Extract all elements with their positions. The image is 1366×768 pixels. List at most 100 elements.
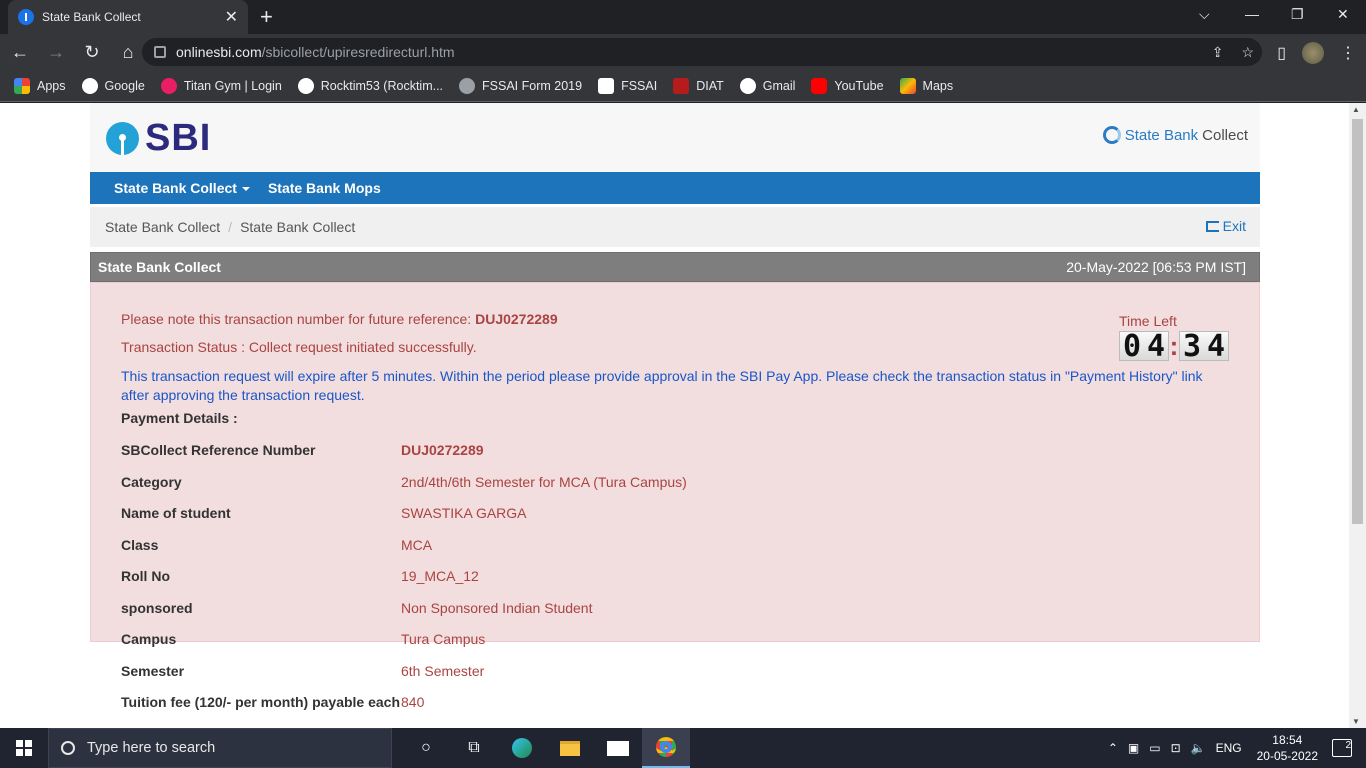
network-icon[interactable]: ⊡ [1171, 741, 1181, 755]
detail-row: Name of student SWASTIKA GARGA [121, 505, 1229, 537]
restore-icon[interactable]: ❐ [1291, 6, 1304, 23]
sbi-logo[interactable]: SBI [106, 117, 211, 160]
minimize-icon[interactable]: — [1245, 6, 1259, 22]
tab-strip: State Bank Collect ✕ + ⌵ — ❐ ✕ [0, 0, 1366, 34]
brand-prefix: State Bank [1124, 126, 1199, 144]
url-host: onlinesbi.com [176, 44, 262, 60]
bookmark-github[interactable]: Rocktim53 (Rocktim... [297, 77, 443, 94]
bookmark-google[interactable]: Google [81, 77, 145, 94]
task-view-icon[interactable]: ⧉ [450, 728, 498, 768]
url-path: /sbicollect/upiresredirecturl.htm [261, 44, 455, 60]
google-icon [81, 77, 98, 94]
state-bank-collect-logo: State Bank Collect [1102, 126, 1248, 144]
windows-taskbar: Type here to search ○ ⧉ ⌃ ▣ ▭ ⊡ 🔈 ENG 18… [0, 728, 1366, 768]
side-panel-icon[interactable]: ▯ [1277, 43, 1286, 63]
edge-icon[interactable] [498, 728, 546, 768]
scroll-down-icon[interactable]: ▼ [1352, 717, 1360, 726]
main-nav: State Bank Collect State Bank Mops [90, 172, 1260, 204]
detail-value: 2nd/4th/6th Semester for MCA (Tura Campu… [401, 473, 687, 490]
timer-digits: 0 4 : 3 4 [1119, 329, 1229, 364]
bookmark-apps[interactable]: Apps [14, 77, 66, 94]
menu-kebab-icon[interactable]: ⋮ [1340, 43, 1356, 63]
tab-search-icon[interactable]: ⌵ [1199, 6, 1210, 23]
panel-header: State Bank Collect 20-May-2022 [06:53 PM… [90, 252, 1260, 282]
volume-icon[interactable]: 🔈 [1191, 741, 1206, 755]
bookmark-star-icon[interactable]: ☆ [1241, 44, 1254, 61]
home-icon[interactable]: ⌂ [112, 42, 144, 63]
github-icon [297, 77, 314, 94]
lock-icon[interactable] [154, 46, 166, 58]
bookmark-label: Titan Gym | Login [183, 78, 282, 93]
bookmark-maps[interactable]: Maps [899, 77, 953, 94]
reload-icon[interactable]: ↻ [76, 42, 108, 63]
nav-state-bank-mops[interactable]: State Bank Mops [268, 180, 381, 196]
sbi-keyhole-icon [106, 122, 139, 155]
tab-close-icon[interactable]: ✕ [225, 7, 238, 27]
nav-label: State Bank Collect [114, 180, 237, 196]
panel-datetime: 20-May-2022 [06:53 PM IST] [1066, 259, 1246, 275]
detail-row: Category 2nd/4th/6th Semester for MCA (Tu… [121, 474, 1229, 506]
browser-toolbar: ← → ↻ ⌂ onlinesbi.com/sbicollect/upiresr… [0, 34, 1366, 70]
detail-key: Class [121, 536, 159, 553]
notification-center-icon[interactable]: 2 [1332, 739, 1352, 757]
system-tray: ⌃ ▣ ▭ ⊡ 🔈 ENG 18:54 20-05-2022 2 [1103, 728, 1366, 768]
txn-number: DUJ0272289 [475, 311, 558, 327]
start-button[interactable] [0, 728, 48, 768]
close-window-icon[interactable]: ✕ [1337, 6, 1349, 23]
scrollbar-thumb[interactable] [1352, 119, 1363, 524]
exit-link[interactable]: Exit [1205, 218, 1246, 234]
cortana-icon[interactable]: ○ [402, 728, 450, 768]
tray-overflow-icon[interactable]: ⌃ [1108, 741, 1118, 755]
bookmark-titan-gym[interactable]: Titan Gym | Login [160, 77, 282, 94]
detail-value: MCA [401, 536, 433, 553]
breadcrumb-item[interactable]: State Bank Collect [105, 219, 220, 235]
timer-seconds: 3 4 [1179, 331, 1229, 362]
browser-tab[interactable]: State Bank Collect ✕ [8, 0, 248, 34]
txn-note-text: Please note this transaction number for … [121, 311, 472, 327]
language-indicator[interactable]: ENG [1216, 741, 1242, 755]
nav-state-bank-collect[interactable]: State Bank Collect [114, 180, 250, 196]
diat-icon [673, 77, 690, 94]
detail-row: Class MCA [121, 537, 1229, 569]
mail-icon[interactable] [594, 728, 642, 768]
txn-reference-note: Please note this transaction number for … [121, 311, 1229, 327]
taskbar-clock[interactable]: 18:54 20-05-2022 [1257, 732, 1318, 764]
share-icon[interactable]: ⇪ [1212, 44, 1224, 61]
bookmark-label: FSSAI [621, 78, 658, 93]
taskbar-search[interactable]: Type here to search [48, 728, 392, 768]
detail-row: Semester 6th Semester [121, 663, 1229, 695]
detail-value: Non Sponsored Indian Student [401, 599, 593, 616]
expiry-note: This transaction request will expire aft… [121, 368, 1203, 403]
bookmark-label: DIAT [696, 78, 724, 93]
new-tab-icon[interactable]: + [260, 4, 273, 30]
breadcrumb-item-current: State Bank Collect [240, 219, 356, 235]
timer-digit: 0 [1122, 329, 1142, 364]
bookmark-youtube[interactable]: YouTube [811, 77, 884, 94]
countdown-timer: Time Left 0 4 : 3 4 [1119, 313, 1229, 364]
bookmark-fssai-form[interactable]: FSSAI Form 2019 [459, 77, 582, 94]
forward-icon[interactable]: → [40, 42, 72, 63]
timer-digit: 4 [1146, 329, 1166, 364]
clock-date: 20-05-2022 [1256, 749, 1318, 763]
youtube-icon [811, 77, 828, 94]
chrome-icon[interactable] [642, 728, 690, 768]
back-icon[interactable]: ← [4, 42, 36, 63]
bookmark-gmail[interactable]: Gmail [739, 77, 795, 94]
page-scrollbar[interactable]: ▲ ▼ [1349, 103, 1366, 728]
bookmark-fssai[interactable]: FSSAI [598, 77, 658, 94]
meet-now-icon[interactable]: ▣ [1128, 741, 1139, 755]
scroll-up-icon[interactable]: ▲ [1352, 105, 1360, 114]
breadcrumb: State Bank Collect / State Bank Collect … [90, 207, 1260, 247]
bookmarks-bar: Apps Google Titan Gym | Login Rocktim53 … [0, 70, 1366, 102]
timer-colon: : [1169, 331, 1179, 361]
clock-time: 18:54 [1272, 733, 1303, 747]
address-bar[interactable]: onlinesbi.com/sbicollect/upiresredirectu… [142, 38, 1262, 66]
file-explorer-icon[interactable] [546, 728, 594, 768]
txn-status: Transaction Status : Collect request ini… [121, 339, 477, 355]
profile-avatar[interactable] [1302, 42, 1324, 64]
site-header: SBI State Bank Collect [90, 103, 1260, 172]
battery-icon[interactable]: ▭ [1149, 741, 1160, 755]
bookmark-diat[interactable]: DIAT [673, 77, 724, 94]
detail-value: Tura Campus [401, 631, 486, 647]
detail-value: 6th Semester [401, 662, 485, 679]
